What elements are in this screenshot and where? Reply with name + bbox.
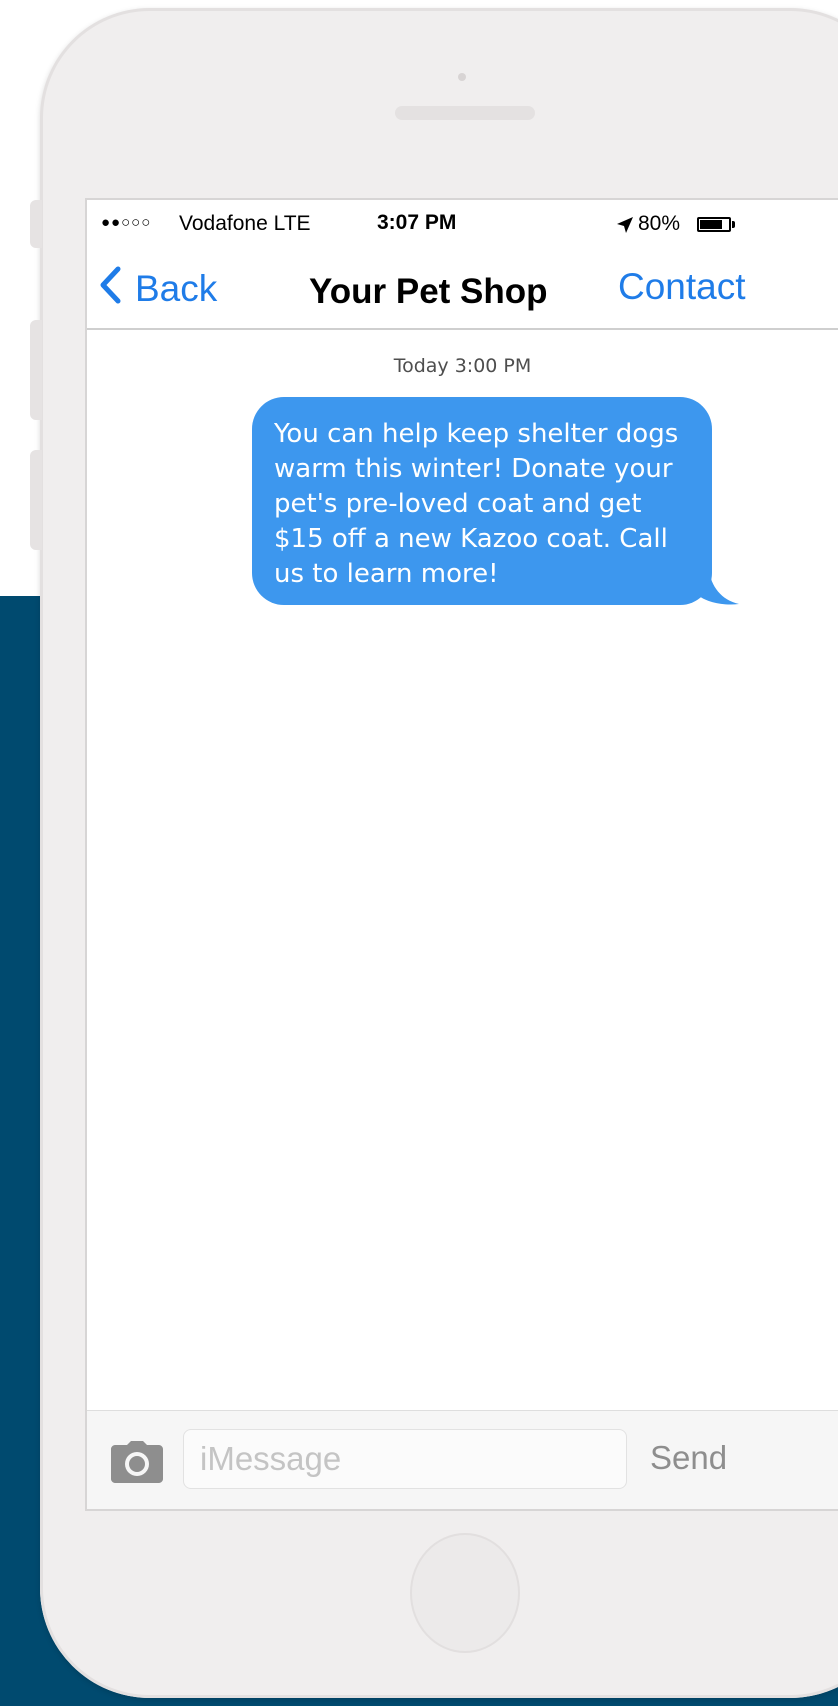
mute-switch: [30, 200, 42, 248]
battery-tip: [732, 221, 735, 228]
conversation-title: Your Pet Shop: [309, 272, 548, 311]
location-arrow-icon: [616, 213, 634, 234]
status-bar: ●●○○○ Vodafone LTE 3:07 PM 80%: [87, 200, 838, 246]
chevron-left-icon: [99, 266, 121, 313]
battery-icon: [697, 217, 731, 232]
back-button[interactable]: Back: [99, 266, 217, 312]
battery-percent: 80%: [638, 212, 681, 235]
carrier-label: Vodafone LTE: [179, 212, 311, 235]
message-timestamp: Today 3:00 PM: [393, 355, 532, 377]
earpiece-speaker: [395, 106, 535, 120]
send-button[interactable]: Send: [650, 1439, 727, 1477]
bubble-tail: [699, 570, 739, 605]
clock: 3:07 PM: [377, 211, 457, 234]
volume-up-button: [30, 320, 42, 420]
contact-button[interactable]: Contact: [618, 266, 746, 308]
phone-screen: ●●○○○ Vodafone LTE 3:07 PM 80% Back Your…: [85, 198, 838, 1511]
volume-down-button: [30, 450, 42, 550]
camera-icon[interactable]: [111, 1441, 163, 1483]
stage: ●●○○○ Vodafone LTE 3:07 PM 80% Back Your…: [0, 0, 838, 1706]
home-button[interactable]: [410, 1533, 520, 1653]
front-camera: [458, 73, 466, 81]
imessage-input[interactable]: [183, 1429, 627, 1489]
signal-strength-icon: ●●○○○: [101, 214, 152, 231]
outgoing-message-bubble: You can help keep shelter dogs warm this…: [252, 397, 712, 605]
navigation-bar: Back Your Pet Shop Contact: [87, 246, 838, 330]
back-label: Back: [135, 268, 218, 309]
message-composer: Send: [87, 1410, 838, 1509]
